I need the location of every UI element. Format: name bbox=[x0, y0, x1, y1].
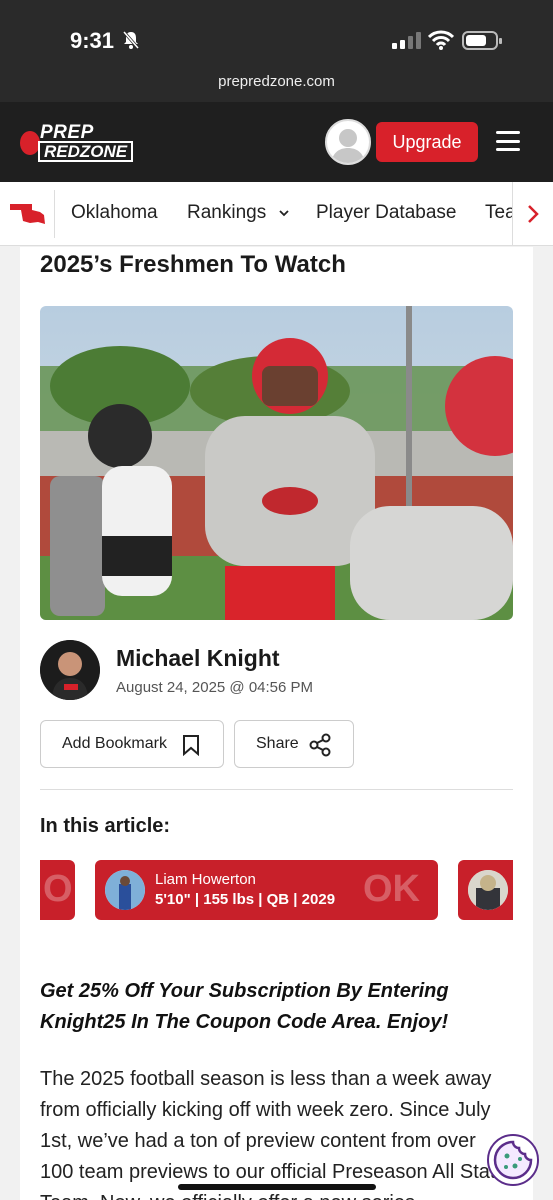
upgrade-button[interactable]: Upgrade bbox=[376, 122, 478, 162]
player-card[interactable]: OK bbox=[40, 860, 75, 920]
article-body: The 2025 football season is less than a … bbox=[40, 1068, 507, 1200]
chevron-right-icon bbox=[528, 205, 539, 223]
nav-divider bbox=[54, 190, 55, 238]
state-watermark: OK bbox=[43, 868, 75, 910]
cookie-icon bbox=[493, 1140, 533, 1180]
player-avatar bbox=[468, 870, 508, 910]
hero-image bbox=[40, 306, 513, 620]
nav-item-player-database[interactable]: Player Database bbox=[316, 202, 456, 224]
bookmark-icon bbox=[183, 735, 199, 756]
section-divider bbox=[40, 789, 513, 790]
player-card[interactable] bbox=[458, 860, 513, 920]
nav-item-rankings-label: Rankings bbox=[187, 202, 267, 223]
player-carousel: OK OK Liam Howerton 5'10" | 155 lbs | QB… bbox=[40, 860, 513, 920]
player-info: 5'10" | 155 lbs | QB | 2029 bbox=[155, 891, 336, 908]
add-bookmark-label: Add Bookmark bbox=[62, 735, 167, 752]
author-name[interactable]: Michael Knight bbox=[116, 645, 280, 672]
signal-icon bbox=[392, 32, 421, 49]
bell-slash-icon bbox=[122, 31, 140, 49]
publish-date: August 24, 2025 @ 04:56 PM bbox=[116, 679, 314, 696]
author-avatar[interactable] bbox=[40, 640, 100, 700]
chevron-down-icon bbox=[278, 210, 289, 217]
nav-item-oklahoma[interactable]: Oklahoma bbox=[71, 202, 158, 224]
clock: 9:31 bbox=[70, 28, 115, 53]
wifi-icon bbox=[428, 30, 454, 50]
user-avatar[interactable] bbox=[325, 119, 371, 165]
player-card-liam-howerton[interactable]: OK Liam Howerton 5'10" | 155 lbs | QB | … bbox=[95, 860, 438, 920]
player-avatar bbox=[105, 870, 145, 910]
cookie-settings-button[interactable] bbox=[487, 1134, 539, 1186]
in-this-article-heading: In this article: bbox=[40, 815, 171, 837]
prep-redzone-logo[interactable]: PREP REDZONE bbox=[20, 122, 134, 163]
logo-swoosh-icon bbox=[20, 131, 40, 155]
status-bar: 9:31 prepredzone.com bbox=[0, 0, 553, 102]
promo-text: Get 25% Off Your Subscription By Enterin… bbox=[40, 980, 449, 1033]
home-indicator[interactable] bbox=[178, 1184, 376, 1190]
author-photo bbox=[40, 640, 100, 700]
article-title: 2025’s Freshmen To Watch bbox=[40, 251, 346, 278]
share-label: Share bbox=[256, 735, 299, 752]
nav-item-rankings[interactable]: Rankings bbox=[187, 202, 290, 224]
state-nav: Oklahoma Rankings Player Database Tea bbox=[0, 182, 553, 246]
state-watermark: OK bbox=[363, 868, 420, 910]
player-name: Liam Howerton bbox=[155, 871, 256, 888]
share-icon bbox=[309, 733, 331, 757]
add-bookmark-button[interactable]: Add Bookmark bbox=[40, 720, 224, 768]
battery-icon bbox=[462, 31, 502, 50]
share-button[interactable]: Share bbox=[234, 720, 354, 768]
hamburger-icon[interactable] bbox=[496, 131, 520, 151]
url-bar[interactable]: prepredzone.com bbox=[0, 73, 553, 90]
nav-scroll-right[interactable] bbox=[512, 182, 553, 245]
oklahoma-state-icon[interactable] bbox=[10, 204, 46, 226]
